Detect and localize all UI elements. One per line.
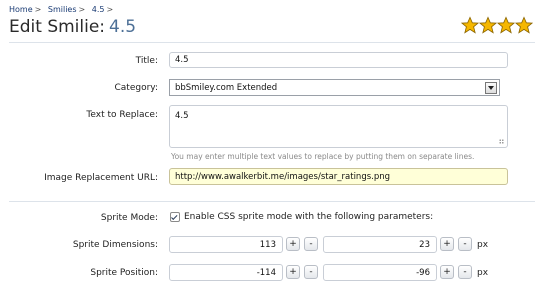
sprite-height-decrement-button[interactable]: - [458, 237, 472, 251]
title-input-value: 4.5 [175, 55, 189, 65]
text-to-replace-value: 4.5 [175, 111, 189, 121]
breadcrumb-separator: > [78, 5, 86, 14]
breadcrumb-separator: > [34, 5, 42, 14]
image-url-label: Image Replacement URL: [44, 173, 158, 183]
sprite-x-increment-button[interactable]: + [286, 265, 300, 279]
sprite-y-increment-button[interactable]: + [440, 265, 454, 279]
star-icon [479, 16, 497, 34]
sprite-width-value: 113 [259, 239, 276, 250]
section-divider [9, 201, 535, 202]
sprite-dimensions-unit: px [477, 240, 489, 250]
text-to-replace-textarea[interactable]: 4.5 [169, 105, 508, 148]
checkmark-icon [171, 213, 178, 220]
sprite-y-decrement-button[interactable]: - [458, 265, 472, 279]
sprite-mode-checkbox-label[interactable]: Enable CSS sprite mode with the followin… [184, 212, 433, 222]
sprite-height-value: 23 [419, 239, 430, 250]
sprite-width-input[interactable]: 113 [169, 236, 283, 253]
sprite-position-unit: px [477, 268, 489, 278]
star-icon [461, 16, 479, 34]
page-title-prefix: Edit Smilie: [9, 17, 106, 37]
sprite-position-label: Sprite Position: [90, 268, 158, 278]
sprite-height-increment-button[interactable]: + [440, 237, 454, 251]
image-url-input[interactable]: http://www.awalkerbit.me/images/star_rat… [169, 168, 508, 185]
sprite-height-input[interactable]: 23 [323, 236, 437, 253]
sprite-x-input[interactable]: -114 [169, 264, 283, 281]
sprite-y-value: -96 [416, 267, 430, 278]
page-title-value: 4.5 [109, 17, 137, 37]
breadcrumb-separator: > [106, 5, 114, 14]
star-rating-icon [461, 16, 533, 35]
breadcrumb-smilies[interactable]: Smilies [48, 5, 77, 14]
sprite-x-decrement-button[interactable]: - [304, 265, 318, 279]
title-input[interactable]: 4.5 [169, 52, 508, 68]
page-title: Edit Smilie: 4.5 [9, 17, 136, 37]
category-select[interactable]: bbSmiley.com Extended [169, 79, 500, 96]
title-divider [9, 42, 535, 43]
category-label: Category: [114, 83, 159, 93]
category-select-value: bbSmiley.com Extended [175, 82, 278, 93]
sprite-width-decrement-button[interactable]: - [304, 237, 318, 251]
sprite-mode-checkbox[interactable] [170, 212, 180, 222]
resize-grip-icon[interactable] [499, 139, 504, 144]
image-url-value: http://www.awalkerbit.me/images/star_rat… [175, 171, 391, 182]
sprite-dimensions-label: Sprite Dimensions: [72, 240, 158, 250]
text-to-replace-hint: You may enter multiple text values to re… [171, 152, 475, 161]
sprite-mode-label: Sprite Mode: [100, 213, 158, 223]
text-to-replace-label: Text to Replace: [86, 110, 158, 120]
breadcrumb-home[interactable]: Home [9, 5, 33, 14]
sprite-width-increment-button[interactable]: + [286, 237, 300, 251]
star-icon [497, 16, 515, 34]
breadcrumb: Home > Smilies > 4.5 > [9, 5, 117, 14]
sprite-x-value: -114 [256, 267, 276, 278]
chevron-down-icon[interactable] [485, 82, 497, 94]
title-label: Title: [135, 56, 158, 66]
breadcrumb-current[interactable]: 4.5 [92, 5, 105, 14]
sprite-y-input[interactable]: -96 [323, 264, 437, 281]
star-icon [515, 16, 533, 34]
